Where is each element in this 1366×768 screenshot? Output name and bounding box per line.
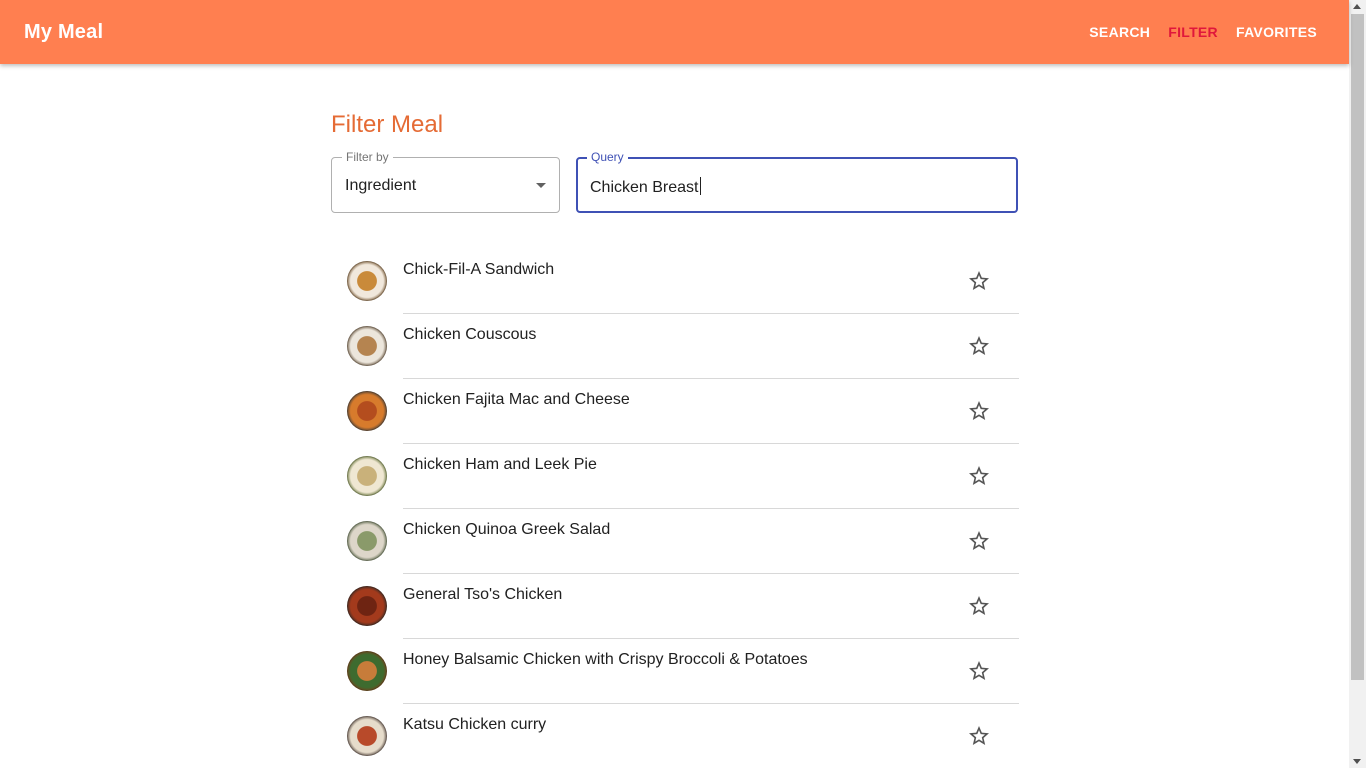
meal-thumbnail [347, 326, 387, 366]
meal-thumbnail [347, 261, 387, 301]
text-cursor [699, 177, 701, 195]
meal-list-item[interactable]: Katsu Chicken curry [331, 704, 1019, 768]
nav-search-link[interactable]: SEARCH [1089, 24, 1150, 40]
main-content: Filter Meal Filter by Ingredient Query C… [331, 64, 1019, 768]
dropdown-arrow-icon[interactable] [536, 183, 546, 188]
scroll-up-icon[interactable] [1353, 4, 1361, 9]
meal-name: Chicken Couscous [403, 326, 537, 343]
filter-by-label: Filter by [342, 150, 393, 164]
app-title[interactable]: My Meal [24, 21, 103, 44]
meal-list-item[interactable]: Honey Balsamic Chicken with Crispy Brocc… [331, 639, 1019, 704]
meal-name: Katsu Chicken curry [403, 716, 547, 733]
meal-thumbnail [347, 456, 387, 496]
meal-name: Honey Balsamic Chicken with Crispy Brocc… [403, 651, 808, 668]
meal-name: Chicken Quinoa Greek Salad [403, 521, 611, 538]
top-nav: SEARCH FILTER FAVORITES [1089, 24, 1317, 40]
meal-list-item[interactable]: Chicken Ham and Leek Pie [331, 444, 1019, 509]
page-title: Filter Meal [331, 111, 444, 138]
meal-name: Chick-Fil-A Sandwich [403, 261, 555, 278]
meal-thumbnail [347, 586, 387, 626]
favorite-star-icon[interactable] [967, 659, 991, 683]
meal-thumbnail [347, 521, 387, 561]
filter-by-select[interactable]: Filter by Ingredient [331, 150, 560, 213]
scroll-thumb[interactable] [1351, 14, 1364, 680]
favorite-star-icon[interactable] [967, 594, 991, 618]
favorite-star-icon[interactable] [967, 269, 991, 293]
favorite-star-icon[interactable] [967, 334, 991, 358]
meal-name: Chicken Fajita Mac and Cheese [403, 391, 630, 408]
query-input[interactable]: Query Chicken Breast [576, 150, 1018, 213]
filter-by-value: Ingredient [345, 177, 417, 194]
nav-filter-link[interactable]: FILTER [1168, 24, 1218, 40]
query-text: Chicken Breast [590, 179, 699, 196]
app-bar: My Meal SEARCH FILTER FAVORITES [0, 0, 1349, 64]
meal-list-item[interactable]: Chicken Fajita Mac and Cheese [331, 379, 1019, 444]
meal-list-item[interactable]: Chicken Couscous [331, 314, 1019, 379]
page-scrollbar[interactable] [1349, 0, 1366, 768]
filter-controls: Filter by Ingredient Query Chicken Breas… [331, 150, 1019, 217]
meal-list-item[interactable]: Chicken Quinoa Greek Salad [331, 509, 1019, 574]
favorite-star-icon[interactable] [967, 529, 991, 553]
meal-thumbnail [347, 391, 387, 431]
meal-thumbnail [347, 716, 387, 756]
app-viewport: My Meal SEARCH FILTER FAVORITES Filter M… [0, 0, 1366, 768]
meal-list-item[interactable]: General Tso's Chicken [331, 574, 1019, 639]
meal-name: Chicken Ham and Leek Pie [403, 456, 597, 473]
meal-list-item[interactable]: Chick-Fil-A Sandwich [331, 249, 1019, 314]
nav-favorites-link[interactable]: FAVORITES [1236, 24, 1317, 40]
favorite-star-icon[interactable] [967, 464, 991, 488]
scroll-down-icon[interactable] [1353, 759, 1361, 764]
query-value: Chicken Breast [590, 177, 701, 197]
meal-thumbnail [347, 651, 387, 691]
favorite-star-icon[interactable] [967, 724, 991, 748]
meal-list: Chick-Fil-A Sandwich Chicken Couscous Chic… [331, 249, 1019, 768]
meal-name: General Tso's Chicken [403, 586, 563, 603]
query-label: Query [587, 150, 628, 164]
favorite-star-icon[interactable] [967, 399, 991, 423]
